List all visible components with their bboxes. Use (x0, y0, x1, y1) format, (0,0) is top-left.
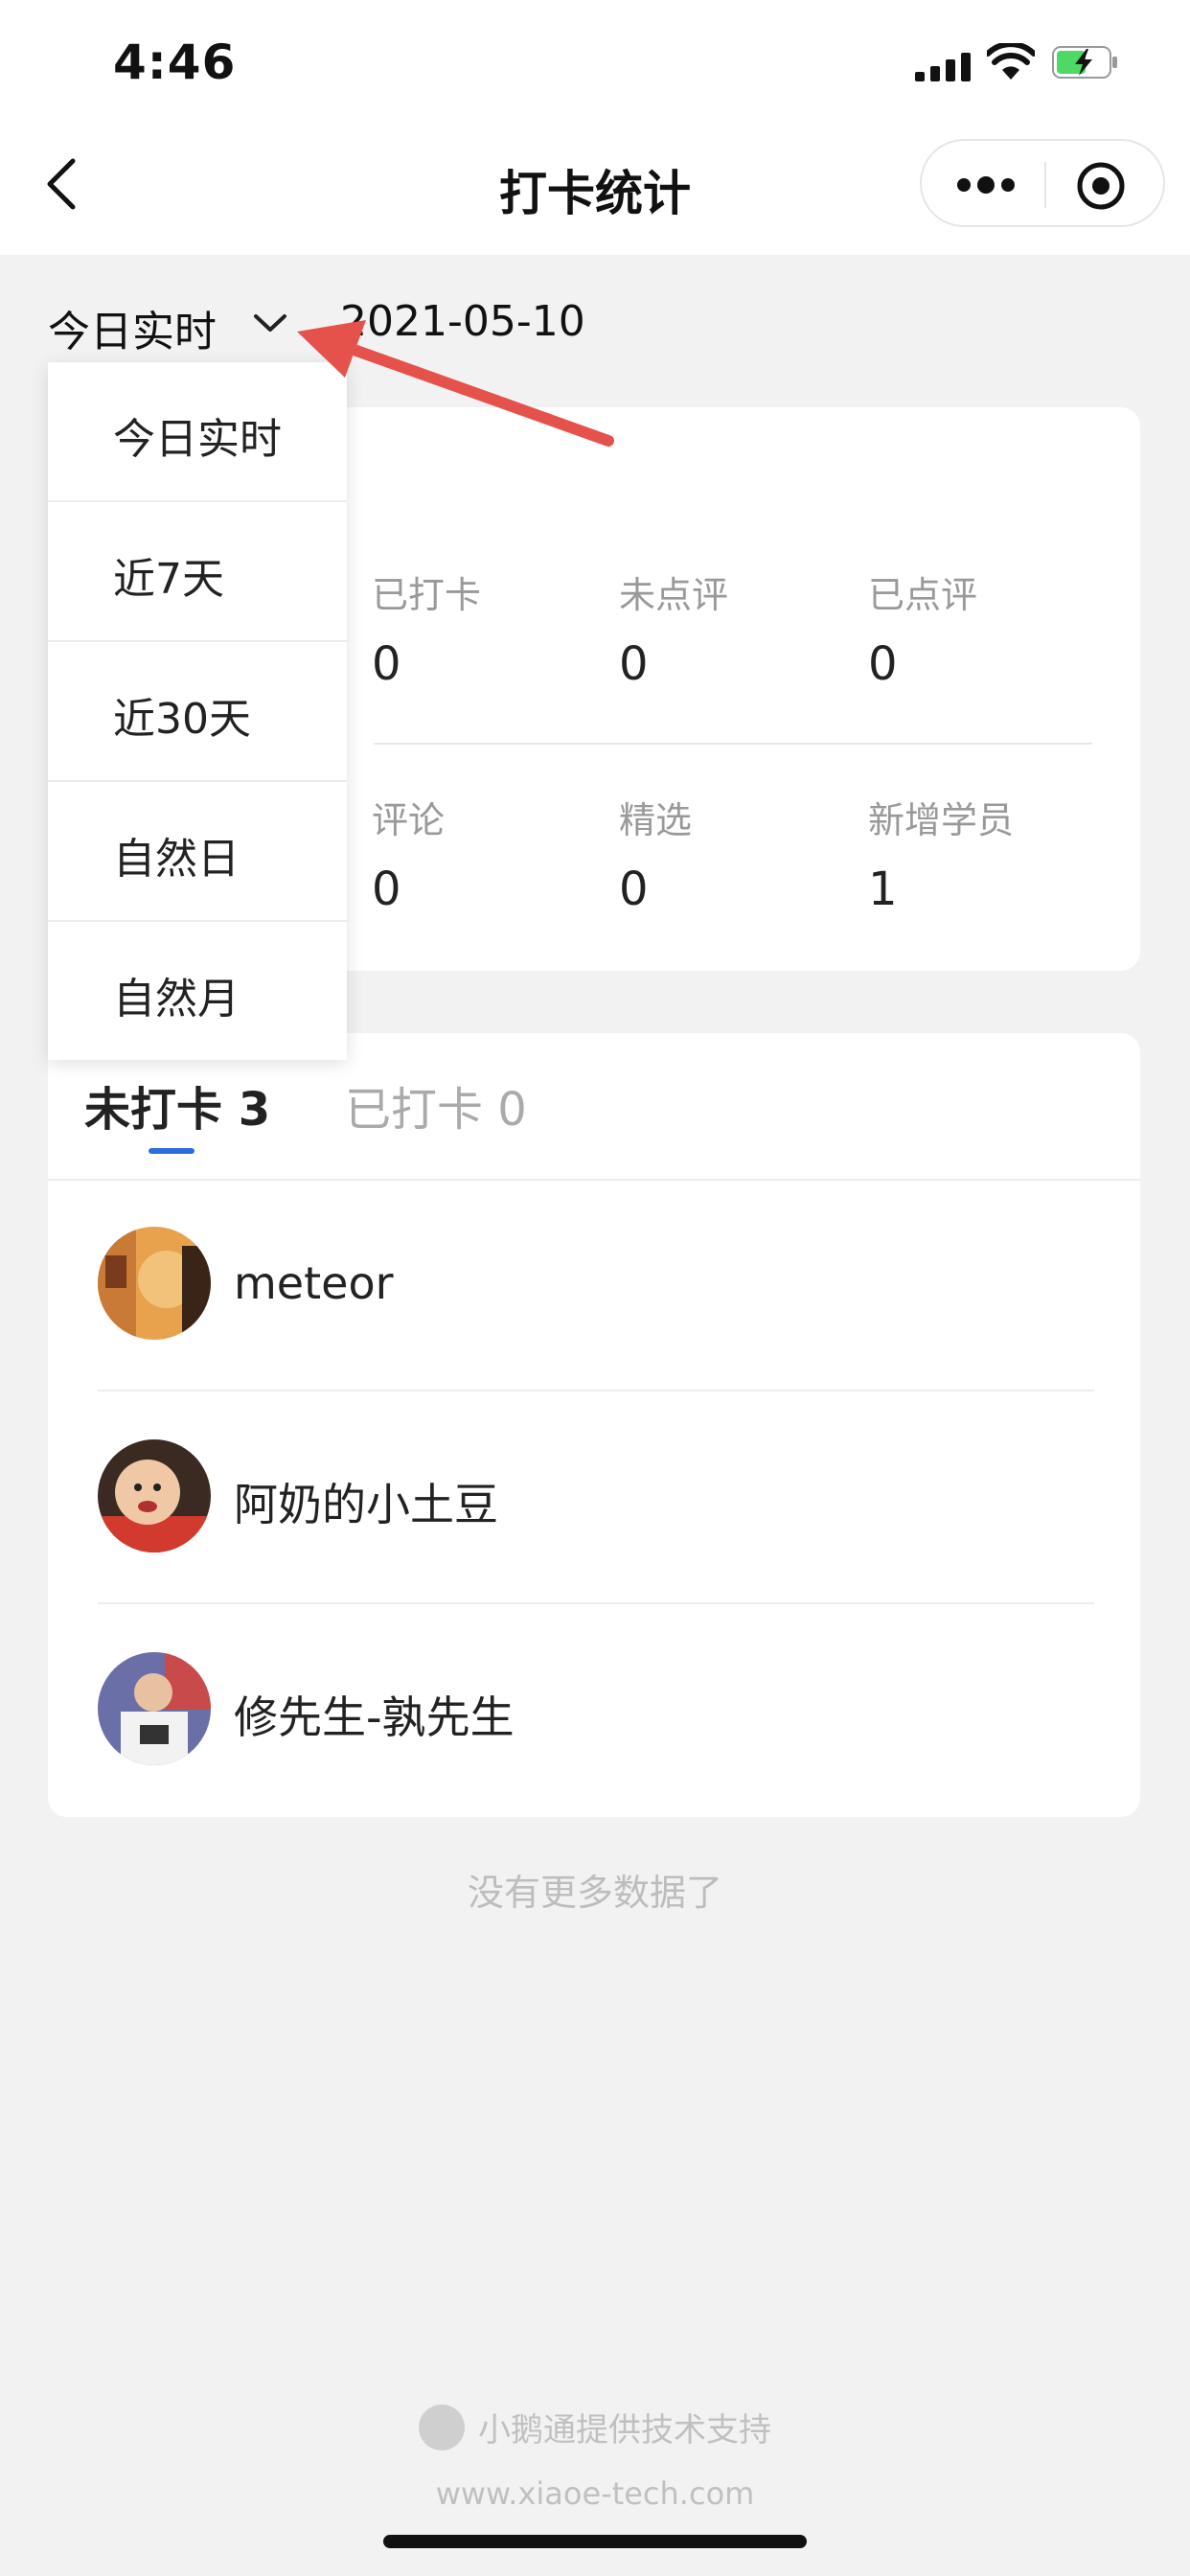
footer: 小鹅通提供技术支持 www.xiaoe-tech.com (0, 2404, 1190, 2512)
mini-program-capsule (920, 139, 1165, 227)
stat-label: 已点评 (868, 574, 978, 616)
home-indicator[interactable] (383, 2535, 807, 2548)
stat-label: 精选 (619, 799, 693, 841)
status-bar: 4:46 (0, 0, 1190, 134)
stat-comments: 评论 0 (372, 791, 602, 916)
list-item[interactable]: meteor (48, 1181, 1140, 1392)
row-divider (98, 1602, 1094, 1604)
user-name: meteor (234, 1257, 394, 1309)
capsule-divider (1044, 162, 1046, 208)
tab-checked-in[interactable]: 已打卡 0 (345, 1071, 527, 1138)
stat-label: 已打卡 (372, 574, 482, 616)
dropdown-item-last-7-days[interactable]: 近7天 (48, 502, 347, 642)
more-icon[interactable] (956, 175, 1016, 195)
avatar (98, 1652, 211, 1765)
cellular-signal-icon (915, 53, 974, 81)
close-target-icon[interactable] (1075, 160, 1127, 212)
battery-charging-icon (1052, 46, 1117, 79)
avatar (98, 1227, 211, 1340)
user-name: 阿奶的小土豆 (234, 1479, 498, 1530)
list-item[interactable]: 修先生-孰先生 (48, 1606, 1140, 1817)
xiaoe-logo-icon (419, 2404, 465, 2450)
stat-reviewed: 已点评 0 (868, 565, 1098, 691)
footer-credit-text: 小鹅通提供技术支持 (478, 2411, 771, 2450)
list-item[interactable]: 阿奶的小土豆 (48, 1393, 1140, 1604)
screen: 4:46 打卡统计 今日实时 2021-05-10 已打卡 0 未点评 0 已点… (0, 0, 1190, 2576)
stat-value: 0 (372, 862, 401, 916)
row-divider (98, 1390, 1094, 1392)
stat-value: 0 (619, 637, 649, 691)
status-time: 4:46 (113, 34, 237, 90)
stat-not-reviewed: 未点评 0 (619, 565, 849, 691)
avatar (98, 1439, 211, 1552)
stat-value: 0 (868, 637, 898, 691)
dropdown-item-label: 今日实时 (113, 415, 282, 464)
range-dropdown-menu: 今日实时 近7天 近30天 自然日 自然月 (48, 362, 347, 1060)
footer-url: www.xiaoe-tech.com (435, 2474, 755, 2512)
annotation-arrow-icon (297, 320, 614, 447)
stat-label: 评论 (372, 799, 446, 841)
active-tab-indicator (149, 1148, 195, 1154)
footer-credit: 小鹅通提供技术支持 (419, 2404, 771, 2450)
stat-value: 0 (619, 862, 649, 916)
dropdown-item-label: 自然月 (113, 975, 240, 1024)
stat-value: 0 (372, 637, 401, 691)
stat-value: 1 (868, 862, 898, 916)
dropdown-item-label: 近30天 (113, 695, 251, 744)
member-list-card: 未打卡 3 已打卡 0 meteor 阿奶的小土豆 修先生-孰先生 (48, 1033, 1140, 1817)
range-selector[interactable]: 今日实时 (48, 297, 217, 358)
wifi-icon (987, 43, 1035, 80)
stats-divider (374, 743, 1092, 745)
user-name: 修先生-孰先生 (234, 1691, 515, 1743)
nav-bar: 打卡统计 (0, 134, 1190, 255)
tab-not-checked-in[interactable]: 未打卡 3 (84, 1071, 270, 1138)
stat-checked-in: 已打卡 0 (372, 565, 602, 691)
dropdown-item-label: 自然日 (113, 835, 240, 884)
dropdown-item-label: 近7天 (113, 555, 224, 604)
dropdown-item-natural-day[interactable]: 自然日 (48, 782, 347, 922)
no-more-data-text: 没有更多数据了 (467, 1872, 722, 1914)
stat-featured: 精选 0 (619, 791, 849, 916)
stat-label: 未点评 (619, 574, 729, 616)
stat-new-students: 新增学员 1 (868, 791, 1098, 916)
dropdown-item-last-30-days[interactable]: 近30天 (48, 642, 347, 782)
stat-label: 新增学员 (868, 799, 1015, 841)
dropdown-item-natural-month[interactable]: 自然月 (48, 922, 347, 1062)
